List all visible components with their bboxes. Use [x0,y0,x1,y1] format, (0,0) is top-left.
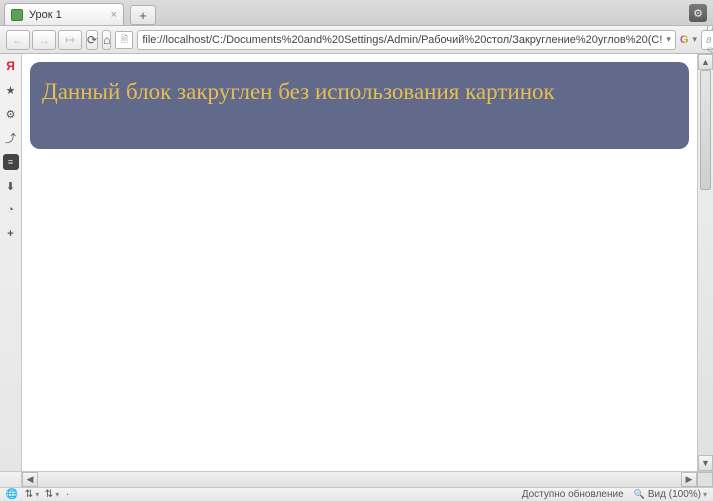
rounded-box-text: Данный блок закруглен без использования … [42,79,555,104]
protocol-badge[interactable]: 🗎 [115,31,133,49]
home-button[interactable]: ⌂ [102,30,111,50]
scroll-left-button[interactable]: ◀ [22,472,38,487]
file-icon: 🗎 [121,32,128,48]
sidebar-item-history[interactable] [3,202,19,218]
zoom-icon [634,489,645,500]
reload-icon: ⟳ [87,33,97,47]
url-dropdown-icon[interactable]: ▾ [666,34,671,45]
horizontal-scrollbar[interactable]: ◀ ▶ [0,471,713,487]
client-area: Я ≡ Данный блок закруглен без использова… [0,54,713,471]
home-icon: ⌂ [103,33,110,47]
sidebar-item-settings[interactable] [3,106,19,122]
forward-end-button[interactable]: ↦ [58,30,82,50]
network2-icon[interactable]: ⇅ [46,489,58,501]
vertical-scrollbar[interactable]: ▲ ▼ [697,54,713,471]
page-viewport: Данный блок закруглен без использования … [22,54,697,471]
sidebar-item-downloads[interactable] [3,178,19,194]
arrow-left-icon: ← [12,33,24,47]
reload-button[interactable]: ⟳ [86,30,98,50]
update-available-text[interactable]: Доступно обновление [522,489,624,500]
search-input[interactable]: Поиск в QIP Search [701,30,713,50]
network1-icon[interactable]: ⇅ [26,489,38,501]
tab-strip: Урок 1 × + ⚙ [0,0,713,26]
tab-active[interactable]: Урок 1 × [4,3,124,25]
url-bar[interactable]: file://localhost/C:/Documents%20and%20Se… [137,30,676,50]
tab-title: Урок 1 [29,9,62,21]
engine-dropdown-icon[interactable]: ▾ [692,34,697,45]
browser-menu-button[interactable]: ⚙ [689,4,707,22]
arrow-bar-right-icon: ↦ [65,33,75,47]
scroll-up-button[interactable]: ▲ [698,54,713,70]
gear-icon: ⚙ [693,7,703,20]
tab-close-icon[interactable]: × [111,9,117,21]
sidebar-item-add[interactable] [3,226,19,242]
globe-icon[interactable]: 🌐 [6,489,18,501]
url-text: file://localhost/C:/Documents%20and%20Se… [142,34,662,46]
status-bar: 🌐 ⇅ ⇅ · Доступно обновление Вид (100%) [0,487,713,501]
rounded-demo-box: Данный блок закруглен без использования … [30,62,689,149]
scroll-down-button[interactable]: ▼ [698,455,713,471]
sidebar-item-notes[interactable]: ≡ [3,154,19,170]
sidebar-item-favorites[interactable] [3,82,19,98]
zoom-control[interactable]: Вид (100%) [634,489,707,500]
status-left: 🌐 ⇅ ⇅ · [6,489,69,501]
scroll-corner [697,472,713,487]
status-right: Доступно обновление Вид (100%) [522,489,707,500]
search-placeholder: Поиск в QIP Search [706,22,713,58]
tab-favicon [11,9,23,21]
status-separator: · [66,489,69,500]
zoom-label: Вид (100%) [648,489,707,500]
search-engine-picker[interactable]: G [680,31,689,49]
google-icon: G [680,34,689,46]
nav-toolbar: ← → ↦ ⟳ ⌂ 🗎 file://localhost/C:/Document… [0,26,713,54]
scroll-track-horizontal[interactable] [60,472,681,487]
sidebar-item-yandex[interactable]: Я [3,58,19,74]
scroll-right-button[interactable]: ▶ [681,472,697,487]
back-button[interactable]: ← [6,30,30,50]
left-sidebar: Я ≡ [0,54,22,471]
sidebar-item-share[interactable] [3,130,19,146]
sidebar-spacer [0,472,22,487]
new-tab-button[interactable]: + [130,5,156,25]
scroll-thumb-vertical[interactable] [700,70,711,190]
forward-button[interactable]: → [32,30,56,50]
arrow-right-icon: → [38,33,50,47]
nav-group-history: ← → ↦ [6,30,82,50]
url-wrap: 🗎 file://localhost/C:/Documents%20and%20… [115,30,676,50]
